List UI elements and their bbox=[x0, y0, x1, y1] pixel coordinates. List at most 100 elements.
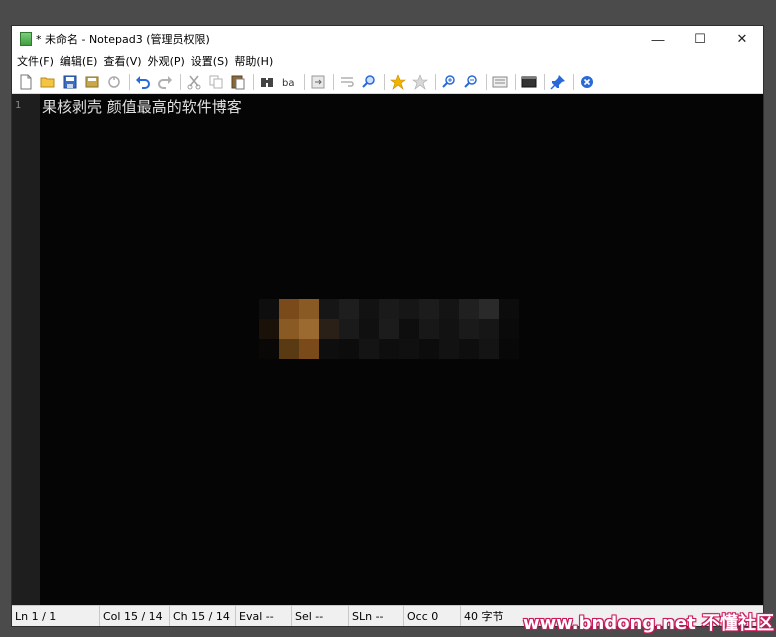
menu-view[interactable]: 查看(V) bbox=[102, 53, 146, 69]
mosaic-cell bbox=[379, 339, 399, 359]
status-eval[interactable]: Eval -- bbox=[236, 606, 292, 626]
mosaic-cell bbox=[479, 299, 499, 319]
mosaic-cell bbox=[479, 319, 499, 339]
text-line[interactable]: 果核剥壳 颜值最高的软件博客 bbox=[42, 96, 763, 117]
replace-icon[interactable]: ba bbox=[279, 72, 299, 92]
mosaic-cell bbox=[319, 319, 339, 339]
save-as-icon[interactable] bbox=[82, 72, 102, 92]
menu-appearance[interactable]: 外观(P) bbox=[147, 53, 190, 69]
mosaic-cell bbox=[459, 339, 479, 359]
mosaic-cell bbox=[419, 339, 439, 359]
find-icon[interactable] bbox=[257, 72, 277, 92]
mosaic-cell bbox=[339, 299, 359, 319]
mosaic-cell bbox=[459, 299, 479, 319]
mosaic-cell bbox=[399, 319, 419, 339]
mosaic-cell bbox=[299, 339, 319, 359]
window-title: * 未命名 - Notepad3 (管理员权限) bbox=[36, 33, 210, 46]
status-occurrences[interactable]: Occ 0 bbox=[404, 606, 461, 626]
site-watermark: www.bndong.net 不懂社区 bbox=[523, 613, 774, 634]
mosaic-cell bbox=[359, 339, 379, 359]
mosaic-cell bbox=[279, 299, 299, 319]
mosaic-cell bbox=[299, 319, 319, 339]
mosaic-cell bbox=[459, 319, 479, 339]
mosaic-cell bbox=[499, 299, 519, 319]
toolbar-separator bbox=[573, 73, 574, 90]
terminal-icon[interactable] bbox=[519, 72, 539, 92]
cut-icon[interactable] bbox=[184, 72, 204, 92]
toolbar-separator bbox=[129, 73, 130, 90]
toolbar-separator bbox=[180, 73, 181, 90]
wordwrap-icon[interactable] bbox=[337, 72, 357, 92]
mosaic-cell bbox=[439, 299, 459, 319]
mosaic-cell bbox=[379, 319, 399, 339]
menu-edit[interactable]: 编辑(E) bbox=[59, 53, 103, 69]
status-column[interactable]: Col 15 / 14 bbox=[100, 606, 170, 626]
minimize-button[interactable]: — bbox=[637, 26, 679, 52]
pin-icon[interactable] bbox=[548, 72, 568, 92]
mosaic-cell bbox=[259, 299, 279, 319]
copy-icon[interactable] bbox=[206, 72, 226, 92]
zoom-out-icon[interactable] bbox=[461, 72, 481, 92]
toolbar-separator bbox=[435, 73, 436, 90]
toolbar: ba bbox=[12, 70, 763, 94]
text-content[interactable]: 果核剥壳 颜值最高的软件博客 bbox=[40, 94, 763, 606]
line-number-gutter: 1 bbox=[12, 94, 40, 606]
mosaic-cell bbox=[379, 299, 399, 319]
mosaic-cell bbox=[259, 339, 279, 359]
mosaic-cell bbox=[399, 299, 419, 319]
status-selected-lines[interactable]: SLn -- bbox=[349, 606, 404, 626]
zoom-in-icon[interactable] bbox=[439, 72, 459, 92]
zoom-text-icon[interactable] bbox=[359, 72, 379, 92]
line-number: 1 bbox=[15, 100, 22, 111]
mosaic-cell bbox=[319, 299, 339, 319]
menu-bar: 文件(F) 编辑(E) 查看(V) 外观(P) 设置(S) 帮助(H) bbox=[12, 52, 763, 70]
mosaic-cell bbox=[399, 339, 419, 359]
status-selection[interactable]: Sel -- bbox=[292, 606, 349, 626]
status-char[interactable]: Ch 15 / 14 bbox=[170, 606, 236, 626]
notepad3-app-icon bbox=[20, 32, 32, 46]
mosaic-cell bbox=[419, 319, 439, 339]
mosaic-cell bbox=[319, 339, 339, 359]
notepad3-window: * 未命名 - Notepad3 (管理员权限) — ☐ ✕ 文件(F) 编辑(… bbox=[11, 25, 764, 627]
view-scheme-icon[interactable] bbox=[490, 72, 510, 92]
toolbar-separator bbox=[384, 73, 385, 90]
toolbar-separator bbox=[544, 73, 545, 90]
toolbar-separator bbox=[304, 73, 305, 90]
mosaic-cell bbox=[359, 319, 379, 339]
add-favorite-icon[interactable] bbox=[410, 72, 430, 92]
toolbar-separator bbox=[515, 73, 516, 90]
maximize-button[interactable]: ☐ bbox=[679, 26, 721, 52]
menu-help[interactable]: 帮助(H) bbox=[233, 53, 278, 69]
mosaic-cell bbox=[339, 339, 359, 359]
menu-file[interactable]: 文件(F) bbox=[16, 53, 59, 69]
menu-settings[interactable]: 设置(S) bbox=[190, 53, 234, 69]
status-line[interactable]: Ln 1 / 1 bbox=[12, 606, 100, 626]
mosaic-cell bbox=[339, 319, 359, 339]
title-bar[interactable]: * 未命名 - Notepad3 (管理员权限) — ☐ ✕ bbox=[12, 26, 763, 52]
editor-area[interactable]: 1 果核剥壳 颜值最高的软件博客 bbox=[12, 94, 763, 606]
pixelated-logo-image bbox=[259, 299, 519, 359]
mosaic-cell bbox=[439, 339, 459, 359]
undo-icon[interactable] bbox=[133, 72, 153, 92]
mosaic-cell bbox=[499, 339, 519, 359]
toolbar-separator bbox=[253, 73, 254, 90]
goto-icon[interactable] bbox=[308, 72, 328, 92]
mosaic-cell bbox=[499, 319, 519, 339]
exit-icon[interactable] bbox=[577, 72, 597, 92]
mosaic-cell bbox=[299, 299, 319, 319]
paste-icon[interactable] bbox=[228, 72, 248, 92]
toolbar-separator bbox=[333, 73, 334, 90]
close-button[interactable]: ✕ bbox=[721, 26, 763, 52]
new-file-icon[interactable] bbox=[16, 72, 36, 92]
mosaic-cell bbox=[279, 339, 299, 359]
svg-text:ba: ba bbox=[282, 78, 294, 89]
mosaic-cell bbox=[479, 339, 499, 359]
open-folder-icon[interactable] bbox=[38, 72, 58, 92]
mosaic-cell bbox=[439, 319, 459, 339]
mosaic-cell bbox=[419, 299, 439, 319]
favorites-icon[interactable] bbox=[388, 72, 408, 92]
save-icon[interactable] bbox=[60, 72, 80, 92]
status-bytes[interactable]: 40 字节 bbox=[461, 606, 521, 626]
revert-icon[interactable] bbox=[104, 72, 124, 92]
redo-icon[interactable] bbox=[155, 72, 175, 92]
